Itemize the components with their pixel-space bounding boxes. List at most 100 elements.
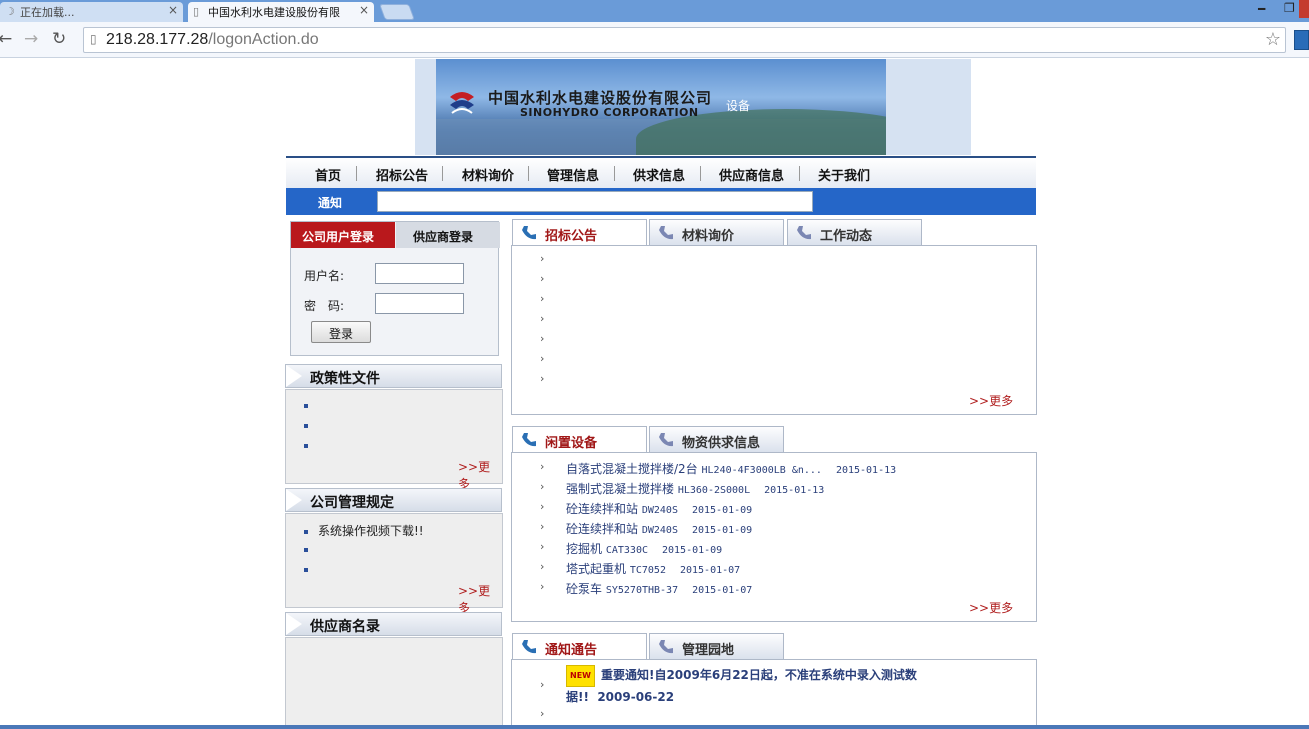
tab-material-supply[interactable]: 物资供求信息 xyxy=(649,426,784,453)
tab-bidding[interactable]: 招标公告 xyxy=(512,219,647,246)
tab-notices[interactable]: 通知通告 xyxy=(512,633,647,660)
nav-separator xyxy=(700,166,701,181)
phone-icon xyxy=(522,640,536,654)
browser-tab-label: 中国水利水电建设股份有限 xyxy=(208,6,340,19)
equipment-code: SY5270THB-37 xyxy=(605,585,679,596)
bullet-icon xyxy=(304,567,308,572)
equipment-date: 2015-01-09 xyxy=(691,505,753,516)
list-item[interactable] xyxy=(304,418,318,432)
nav-item-supply-demand[interactable]: 供求信息 xyxy=(633,165,685,184)
notices-panel: › NEW 重要通知!自2009年6月22日起，不准在系统中录入测试数据!! 20… xyxy=(511,659,1037,729)
equipment-code: HL360-2S000L xyxy=(677,485,751,496)
phone-icon xyxy=(522,226,536,240)
chevron-right-icon: › xyxy=(540,252,545,265)
equipment-name: 挖掘机 xyxy=(566,542,603,556)
equipment-item[interactable]: 自落式混凝土搅拌楼/2台 HL240-4F3000LB &n... 2015-01… xyxy=(566,460,896,477)
phone-icon xyxy=(522,433,536,447)
equipment-item[interactable]: 塔式起重机 TC7052 2015-01-07 xyxy=(566,560,740,577)
browser-tab-label: 正在加载... xyxy=(20,6,75,19)
bidding-panel: › › › › › › › >>更多 xyxy=(511,245,1037,415)
nav-item-home[interactable]: 首页 xyxy=(315,165,341,184)
close-icon[interactable]: × xyxy=(359,3,369,17)
supplier-directory-title: 供应商名录 xyxy=(310,619,380,635)
list-item-text: 系统操作视频下载!! xyxy=(318,524,424,538)
nav-item-bidding[interactable]: 招标公告 xyxy=(376,165,428,184)
supplier-directory-body xyxy=(285,637,503,729)
chevron-right-icon: › xyxy=(540,272,545,285)
browser-tab-active[interactable]: ▯ 中国水利水电建设股份有限 × xyxy=(188,2,374,22)
nav-separator xyxy=(442,166,443,181)
login-button[interactable]: 登录 xyxy=(311,321,371,343)
tab-material-inquiry[interactable]: 材料询价 xyxy=(649,219,784,246)
policy-more-link[interactable]: >>更多 xyxy=(458,458,502,492)
tab-label: 物资供求信息 xyxy=(682,436,761,451)
password-input[interactable] xyxy=(375,293,464,314)
phone-icon xyxy=(659,640,673,654)
chevron-right-icon: › xyxy=(540,460,545,473)
equipment-code: TC7052 xyxy=(629,565,666,576)
notice-item[interactable]: NEW 重要通知!自2009年6月22日起，不准在系统中录入测试数据!! 2009… xyxy=(566,665,946,707)
equipment-item[interactable]: 砼连续拌和站 DW240S 2015-01-09 xyxy=(566,500,752,517)
tab-company-login[interactable]: 公司用户登录 xyxy=(291,222,395,248)
password-label: 密 码: xyxy=(304,299,345,313)
browser-toolbar: ← → ↻ ▯ 218.28.177.28/logonAction.do ☆ xyxy=(0,22,1309,58)
browser-tab-bar: ☽ 正在加载... × ▯ 中国水利水电建设股份有限 × ━ ❐ xyxy=(0,0,1309,22)
arrow-icon xyxy=(286,365,302,387)
tab-label: 闲置设备 xyxy=(545,436,598,451)
chevron-right-icon: › xyxy=(540,500,545,513)
equipment-date: 2015-01-09 xyxy=(691,525,753,536)
list-item[interactable] xyxy=(304,562,318,576)
nav-item-management[interactable]: 管理信息 xyxy=(547,165,599,184)
tab-management-garden[interactable]: 管理园地 xyxy=(649,633,784,660)
forward-arrow-icon[interactable]: → xyxy=(24,29,38,49)
nav-item-material-inquiry[interactable]: 材料询价 xyxy=(462,165,514,184)
close-icon[interactable]: × xyxy=(168,3,178,17)
nav-item-supplier-info[interactable]: 供应商信息 xyxy=(719,165,784,184)
bullet-icon xyxy=(304,403,308,408)
bullet-icon xyxy=(304,547,308,552)
login-box: 公司用户登录 供应商登录 用户名: 密 码: 登录 xyxy=(290,221,500,356)
new-tab-button[interactable] xyxy=(379,4,415,20)
tab-idle-equipment[interactable]: 闲置设备 xyxy=(512,426,647,453)
minimize-icon[interactable]: ━ xyxy=(1258,2,1265,16)
chevron-right-icon: › xyxy=(540,332,545,345)
list-item[interactable] xyxy=(304,398,318,412)
equipment-item[interactable]: 砼泵车 SY5270THB-37 2015-01-07 xyxy=(566,580,752,597)
equipment-item[interactable]: 强制式混凝土搅拌楼 HL360-2S000L 2015-01-13 xyxy=(566,480,824,497)
notice-bar: 通知 xyxy=(286,188,1036,215)
banner-word: 设备 xyxy=(726,99,751,113)
tab-label: 招标公告 xyxy=(545,229,598,244)
arrow-icon xyxy=(286,489,302,511)
address-bar[interactable]: ▯ 218.28.177.28/logonAction.do ☆ xyxy=(83,27,1286,53)
tab-supplier-login[interactable]: 供应商登录 xyxy=(396,222,500,248)
list-item[interactable]: 系统操作视频下载!! xyxy=(304,522,424,539)
nav-item-about[interactable]: 关于我们 xyxy=(818,165,870,184)
rules-more-link[interactable]: >>更多 xyxy=(458,582,502,616)
list-item[interactable] xyxy=(304,542,318,556)
notice-marquee xyxy=(377,191,813,212)
equipment-date: 2015-01-13 xyxy=(835,465,897,476)
url-text[interactable]: 218.28.177.28/logonAction.do xyxy=(106,31,319,49)
back-arrow-icon[interactable]: ← xyxy=(0,29,12,49)
restore-icon[interactable]: ❐ xyxy=(1284,1,1295,15)
browser-tab-loading[interactable]: ☽ 正在加载... × xyxy=(0,2,183,22)
equipment-date: 2015-01-07 xyxy=(692,585,753,596)
username-input[interactable] xyxy=(375,263,464,284)
nav-separator xyxy=(799,166,800,181)
equipment-item[interactable]: 砼连续拌和站 DW240S 2015-01-09 xyxy=(566,520,752,537)
bookmark-star-icon[interactable]: ☆ xyxy=(1265,29,1281,50)
notice-label: 通知 xyxy=(318,196,343,210)
chevron-right-icon: › xyxy=(540,580,545,593)
policy-docs-header: 政策性文件 xyxy=(285,364,502,388)
bidding-more-link[interactable]: >>更多 xyxy=(969,392,1013,409)
reload-icon[interactable]: ↻ xyxy=(52,29,66,49)
extension-icon[interactable] xyxy=(1294,30,1309,50)
list-item[interactable] xyxy=(304,438,318,452)
nav-separator xyxy=(528,166,529,181)
equipment-code: DW240S xyxy=(641,525,678,536)
equipment-item[interactable]: 挖掘机 CAT330C 2015-01-09 xyxy=(566,540,722,557)
equipment-more-link[interactable]: >>更多 xyxy=(969,599,1013,616)
tab-work-news[interactable]: 工作动态 xyxy=(787,219,922,246)
close-window-button[interactable] xyxy=(1299,0,1309,18)
bullet-icon xyxy=(304,423,308,428)
